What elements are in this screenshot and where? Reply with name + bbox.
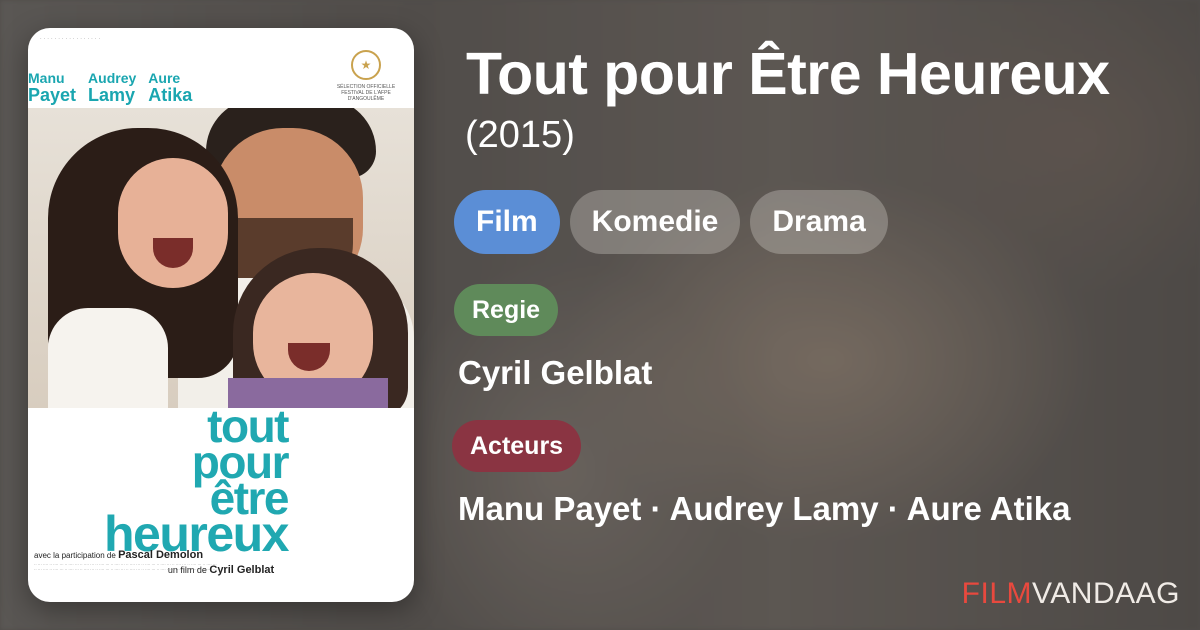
poster-avec-name: Pascal Demolon [118,549,204,561]
poster-avec-prefix: avec la participation de [34,551,116,560]
director-name[interactable]: Cyril Gelblat [458,350,652,396]
poster-billing-block: ·· ··· ···· ·· ···· ··· ·· ···· ··· ·· ·… [34,562,217,572]
poster-cast-last: Payet [28,85,77,105]
genre-chip-komedie[interactable]: Komedie [569,190,741,254]
actors-label-pill: Acteurs [452,420,582,472]
genre-chip-drama[interactable]: Drama [750,190,888,254]
logo-part-vandaag: VANDAAG [1032,577,1180,610]
poster-cast-3: Aure Atika [148,70,192,104]
director-label-pill: Regie [454,284,559,336]
laurel-icon: ★ [351,50,381,80]
poster-cast-last: Atika [148,85,193,105]
movie-info-panel: Tout pour Être Heureux (2015) Film Komed… [452,0,1180,630]
movie-year: (2015) [465,114,575,156]
movie-poster[interactable]: · · · · · · · · · · · · · · · · · Manu P… [28,28,414,602]
poster-title-line: heureux [103,506,290,562]
laurel-text: SÉLECTION OFFICIELLE FESTIVAL DE L'AFPE … [336,84,396,102]
poster-top-credits: · · · · · · · · · · · · · · · · · [40,36,101,42]
festival-laurel: ★ SÉLECTION OFFICIELLE FESTIVAL DE L'AFP… [336,50,396,116]
poster-cast-2: Audrey Lamy [88,70,136,104]
logo-part-film: FILM [961,577,1033,610]
actors-list[interactable]: Manu Payet · Audrey Lamy · Aure Atika [458,486,1118,532]
poster-cast-names: Manu Payet Audrey Lamy Aure Atika [28,70,192,104]
poster-title: tout pour être heureux [28,403,290,562]
poster-cast-1: Manu Payet [28,70,76,104]
filmvandaag-logo[interactable]: FILMVANDAAG [962,577,1180,611]
poster-photo [28,108,414,408]
poster-cast-last: Lamy [88,85,136,105]
movie-title: Tout pour Être Heureux [466,41,1110,107]
poster-participation-line: avec la participation de Pascal Demolon [34,549,203,561]
type-chip-film[interactable]: Film [454,190,560,254]
genre-chips: Film Komedie Drama [454,190,888,254]
